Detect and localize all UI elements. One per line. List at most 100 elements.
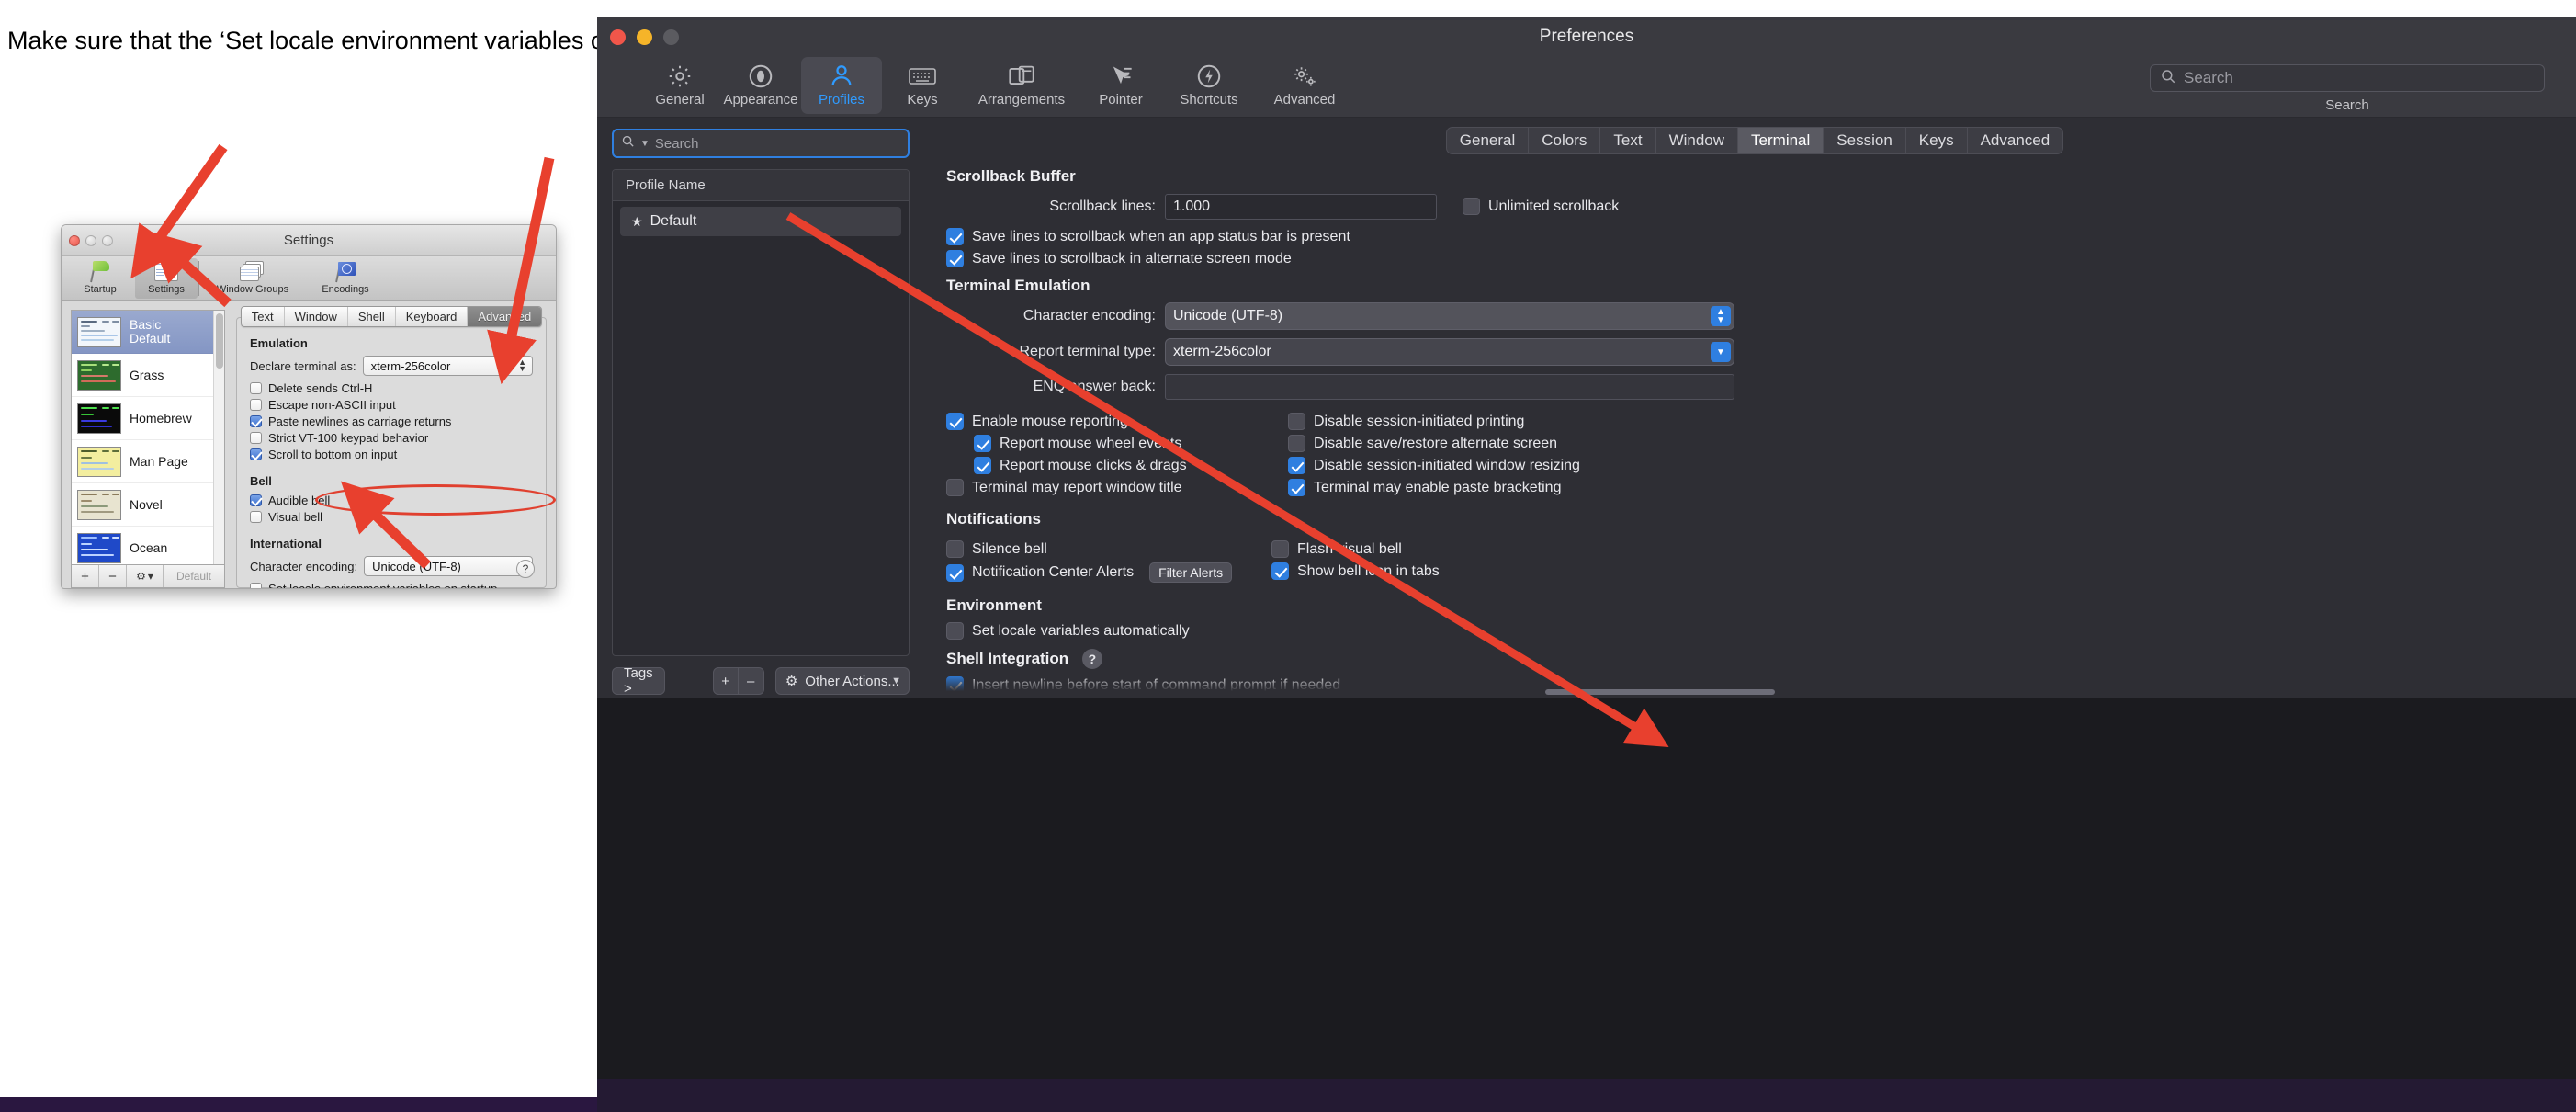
tab-terminal[interactable]: Terminal — [1738, 128, 1824, 153]
table-row[interactable]: ★ Default — [620, 207, 901, 236]
checkbox-enable-mouse-reporting[interactable]: Enable mouse reporting — [946, 413, 1288, 430]
help-icon[interactable]: ? — [1082, 649, 1102, 669]
list-item[interactable]: Basic Default — [72, 311, 224, 354]
checkbox-icon[interactable] — [250, 399, 262, 411]
tab-session[interactable]: Session — [1824, 128, 1905, 153]
add-profile-button[interactable]: + — [713, 667, 739, 695]
horizontal-scrollbar[interactable] — [1545, 689, 1775, 695]
profile-list[interactable]: Basic Default Grass — [71, 310, 225, 564]
report-terminal-type-select[interactable]: xterm-256color ▼ — [1165, 338, 1734, 366]
toolbar-item-settings[interactable]: Settings — [133, 257, 199, 300]
checkbox-icon[interactable] — [1271, 540, 1289, 558]
tab-keyboard[interactable]: Keyboard — [396, 307, 469, 326]
checkbox-icon[interactable] — [946, 228, 964, 245]
checkbox-report-window-title[interactable]: Terminal may report window title — [946, 479, 1288, 496]
tab-text[interactable]: Text — [242, 307, 285, 326]
search-input[interactable]: Search — [2150, 64, 2545, 92]
enq-answer-back-input[interactable] — [1165, 374, 1734, 400]
checkbox-unlimited-scrollback[interactable]: Unlimited scrollback — [1463, 198, 1619, 215]
checkbox-icon[interactable] — [946, 540, 964, 558]
tab-text[interactable]: Text — [1600, 128, 1655, 153]
checkbox-silence-bell[interactable]: Silence bell — [946, 540, 1288, 558]
help-button[interactable]: ? — [516, 560, 535, 578]
other-actions-button[interactable]: ⚙ Other Actions... ▼ — [775, 667, 910, 695]
checkbox-disable-save-restore-alt-screen[interactable]: Disable save/restore alternate screen — [1288, 435, 2554, 452]
chevron-down-icon[interactable]: ▼ — [1711, 342, 1731, 362]
toolbar-item-encodings[interactable]: Encodings — [306, 257, 385, 300]
checkbox-icon[interactable] — [250, 415, 262, 427]
checkbox-icon[interactable] — [1288, 457, 1305, 474]
list-item[interactable]: Grass — [72, 354, 224, 397]
checkbox-icon[interactable] — [250, 432, 262, 444]
toolbar-item-shortcuts[interactable]: Shortcuts — [1161, 57, 1257, 114]
tab-keys[interactable]: Keys — [1906, 128, 1968, 153]
checkbox-icon[interactable] — [946, 250, 964, 267]
checkbox-report-mouse-wheel[interactable]: Report mouse wheel events — [974, 435, 1288, 452]
list-item[interactable]: Homebrew — [72, 397, 224, 440]
checkbox-icon[interactable] — [250, 583, 262, 589]
toolbar-item-appearance[interactable]: Appearance — [720, 57, 801, 114]
checkbox-icon[interactable] — [250, 382, 262, 394]
character-encoding-select[interactable]: Unicode (UTF-8) ▲▼ — [1165, 302, 1734, 330]
tags-button[interactable]: Tags > — [612, 667, 665, 695]
minimize-icon[interactable] — [637, 29, 652, 45]
remove-profile-button[interactable]: – — [739, 667, 764, 695]
checkbox-save-lines-alternate[interactable]: Save lines to scrollback in alternate sc… — [946, 250, 2554, 267]
checkbox-strict-vt100[interactable]: Strict VT-100 keypad behavior — [250, 431, 533, 445]
checkbox-icon[interactable] — [1463, 198, 1480, 215]
checkbox-icon[interactable] — [1288, 479, 1305, 496]
right-traffic-lights[interactable] — [610, 29, 679, 45]
close-icon[interactable] — [610, 29, 626, 45]
checkbox-icon[interactable] — [250, 494, 262, 506]
toolbar-item-general[interactable]: General — [639, 57, 720, 114]
tab-colors[interactable]: Colors — [1529, 128, 1600, 153]
checkbox-notification-center-alerts[interactable]: Notification Center Alerts Filter Alerts — [946, 562, 1288, 583]
declare-terminal-select[interactable]: xterm-256color ▲▼ — [363, 356, 533, 376]
checkbox-visual-bell[interactable]: Visual bell — [250, 510, 533, 524]
checkbox-icon[interactable] — [250, 511, 262, 523]
tab-advanced[interactable]: Advanced — [468, 307, 541, 326]
checkbox-icon[interactable] — [250, 448, 262, 460]
list-item[interactable]: Man Page — [72, 440, 224, 483]
checkbox-icon[interactable] — [1271, 562, 1289, 580]
chevron-down-icon[interactable]: ▼ — [640, 139, 650, 149]
checkbox-icon[interactable] — [974, 457, 991, 474]
zoom-icon[interactable] — [663, 29, 679, 45]
filter-alerts-button[interactable]: Filter Alerts — [1149, 562, 1232, 583]
checkbox-enable-paste-bracketing[interactable]: Terminal may enable paste bracketing — [1288, 479, 2554, 496]
toolbar-item-keys[interactable]: Keys — [882, 57, 963, 114]
checkbox-icon[interactable] — [1288, 413, 1305, 430]
profile-list-scrollbar[interactable] — [213, 311, 224, 564]
tab-window[interactable]: Window — [285, 307, 348, 326]
toolbar-item-pointer[interactable]: Pointer — [1080, 57, 1161, 114]
checkbox-audible-bell[interactable]: Audible bell — [250, 494, 533, 507]
checkbox-escape-non-ascii[interactable]: Escape non-ASCII input — [250, 398, 533, 412]
scrollbar-thumb[interactable] — [216, 313, 223, 369]
scrollback-lines-input[interactable]: 1.000 — [1165, 194, 1437, 220]
list-item[interactable]: Ocean — [72, 527, 224, 564]
list-item[interactable]: Novel — [72, 483, 224, 527]
checkbox-scroll-bottom[interactable]: Scroll to bottom on input — [250, 448, 533, 461]
checkbox-set-locale-variables[interactable]: Set locale variables automatically — [946, 622, 2554, 640]
remove-profile-button[interactable]: − — [99, 565, 127, 587]
default-button[interactable]: Default — [164, 565, 224, 587]
character-encoding-select[interactable]: Unicode (UTF-8) ▲▼ — [364, 556, 533, 576]
add-profile-button[interactable]: + — [72, 565, 99, 587]
checkbox-disable-session-printing[interactable]: Disable session-initiated printing — [1288, 413, 2554, 430]
profile-search-input[interactable]: ▼ Search — [612, 129, 910, 158]
checkbox-icon[interactable] — [946, 622, 964, 640]
stepper-updown-icon[interactable]: ▲▼ — [1711, 306, 1731, 326]
tab-general[interactable]: General — [1447, 128, 1529, 153]
toolbar-item-profiles[interactable]: Profiles — [801, 57, 882, 114]
checkbox-report-mouse-clicks[interactable]: Report mouse clicks & drags — [974, 457, 1288, 474]
toolbar-item-advanced[interactable]: Advanced — [1257, 57, 1352, 114]
tab-advanced[interactable]: Advanced — [1968, 128, 2063, 153]
tab-shell[interactable]: Shell — [348, 307, 396, 326]
checkbox-icon[interactable] — [946, 479, 964, 496]
checkbox-disable-session-window-resizing[interactable]: Disable session-initiated window resizin… — [1288, 457, 2554, 474]
checkbox-set-locale-env-vars[interactable]: Set locale environment variables on star… — [250, 582, 533, 589]
toolbar-item-startup[interactable]: Startup — [67, 257, 133, 300]
toolbar-item-window-groups[interactable]: Window Groups — [199, 257, 306, 300]
checkbox-icon[interactable] — [946, 564, 964, 582]
checkbox-delete-sends-ctrl-h[interactable]: Delete sends Ctrl-H — [250, 381, 533, 395]
